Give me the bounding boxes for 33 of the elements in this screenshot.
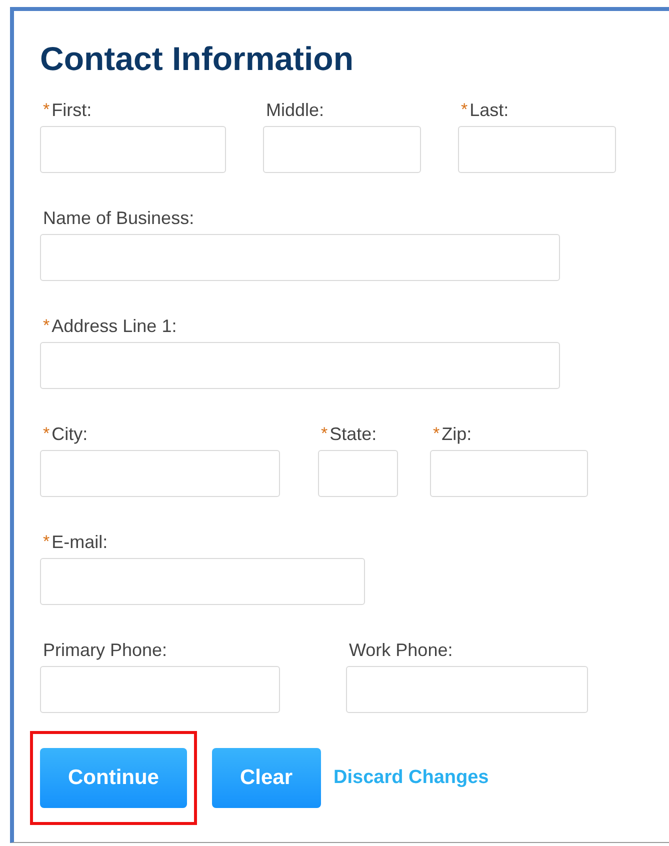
input-field[interactable] (40, 558, 365, 605)
input-field[interactable] (40, 342, 560, 389)
input-field[interactable] (263, 126, 421, 173)
input-field[interactable] (40, 234, 560, 281)
field-label: First: (52, 99, 92, 121)
required-mark: * (461, 99, 468, 121)
field-label: E-mail: (52, 531, 108, 553)
input-field[interactable] (430, 450, 588, 497)
input-field[interactable] (318, 450, 398, 497)
field-label: Primary Phone: (43, 639, 168, 661)
required-mark: * (321, 423, 328, 445)
field-label: Zip: (442, 423, 472, 445)
form-title: Contact Information (40, 39, 354, 79)
discard-link[interactable]: Discard Changes (334, 766, 489, 788)
field-label: Name of Business: (43, 207, 194, 229)
required-mark: * (433, 423, 440, 445)
input-field[interactable] (346, 666, 588, 713)
input-field[interactable] (458, 126, 616, 173)
required-mark: * (43, 423, 50, 445)
field-label: City: (52, 423, 88, 445)
field-label: State: (330, 423, 377, 445)
required-mark: * (43, 315, 50, 337)
field-label: Address Line 1: (52, 315, 177, 337)
field-label: Last: (470, 99, 509, 121)
input-field[interactable] (40, 126, 226, 173)
input-field[interactable] (40, 666, 280, 713)
field-label: Middle: (266, 99, 324, 121)
continue-button[interactable]: Continue (40, 748, 187, 808)
field-label: Work Phone: (349, 639, 453, 661)
required-mark: * (43, 99, 50, 121)
input-field[interactable] (40, 450, 280, 497)
required-mark: * (43, 531, 50, 553)
clear-button[interactable]: Clear (212, 748, 321, 808)
